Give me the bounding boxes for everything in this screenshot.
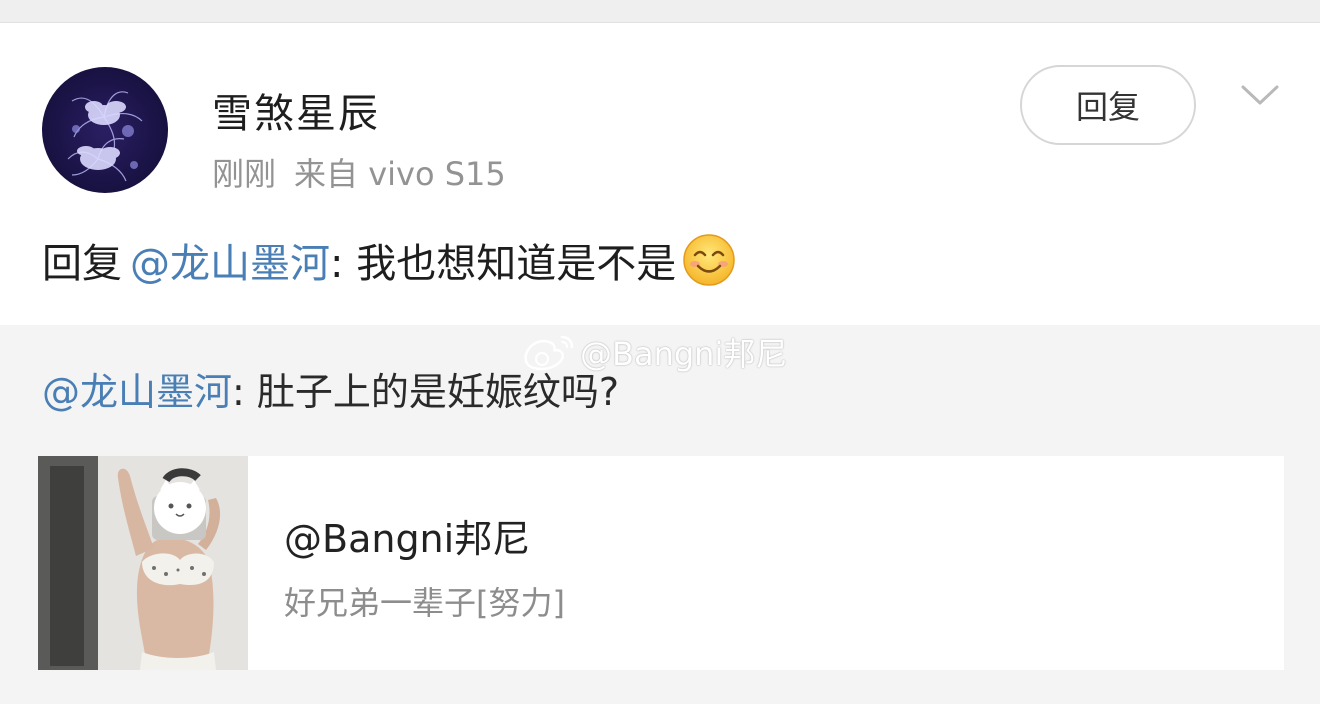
- quoted-mention-link[interactable]: @龙山墨河: [42, 370, 232, 414]
- avatar[interactable]: [42, 67, 168, 193]
- smile-emoji-icon: [682, 233, 736, 287]
- quoted-body: : 肚子上的是妊娠纹吗?: [232, 370, 620, 414]
- post-meta: 刚刚 来自 vivo S15: [212, 149, 506, 195]
- top-divider-strip: [0, 0, 1320, 23]
- username[interactable]: 雪煞星辰: [212, 81, 380, 139]
- post-source: 来自 vivo S15: [294, 155, 506, 193]
- post-time: 刚刚: [212, 155, 277, 193]
- post-thumbnail[interactable]: [38, 456, 248, 670]
- quoted-comment[interactable]: @Bangni邦尼 @龙山墨河: 肚子上的是妊娠纹吗? @Bangni邦尼 好兄…: [0, 325, 1320, 704]
- quoted-text: @龙山墨河: 肚子上的是妊娠纹吗?: [42, 361, 619, 416]
- comment-post: 雪煞星辰 刚刚 来自 vivo S15 回复 回复 @龙山墨河 : 我也想知道是不…: [0, 23, 1320, 325]
- reply-button[interactable]: 回复: [1020, 65, 1196, 145]
- reply-prefix: 回复: [42, 241, 122, 287]
- chevron-down-icon[interactable]: [1240, 81, 1280, 111]
- reply-text: 回复 @龙山墨河 : 我也想知道是不是: [42, 231, 736, 289]
- card-title: @Bangni邦尼: [284, 517, 531, 561]
- card-subtitle: 好兄弟一辈子[努力]: [284, 584, 565, 622]
- reply-mention-link[interactable]: @龙山墨河: [130, 231, 330, 289]
- reply-body: : 我也想知道是不是: [330, 241, 677, 287]
- linked-post-card[interactable]: @Bangni邦尼 好兄弟一辈子[努力]: [38, 456, 1284, 670]
- flower-avatar-icon: [67, 91, 143, 182]
